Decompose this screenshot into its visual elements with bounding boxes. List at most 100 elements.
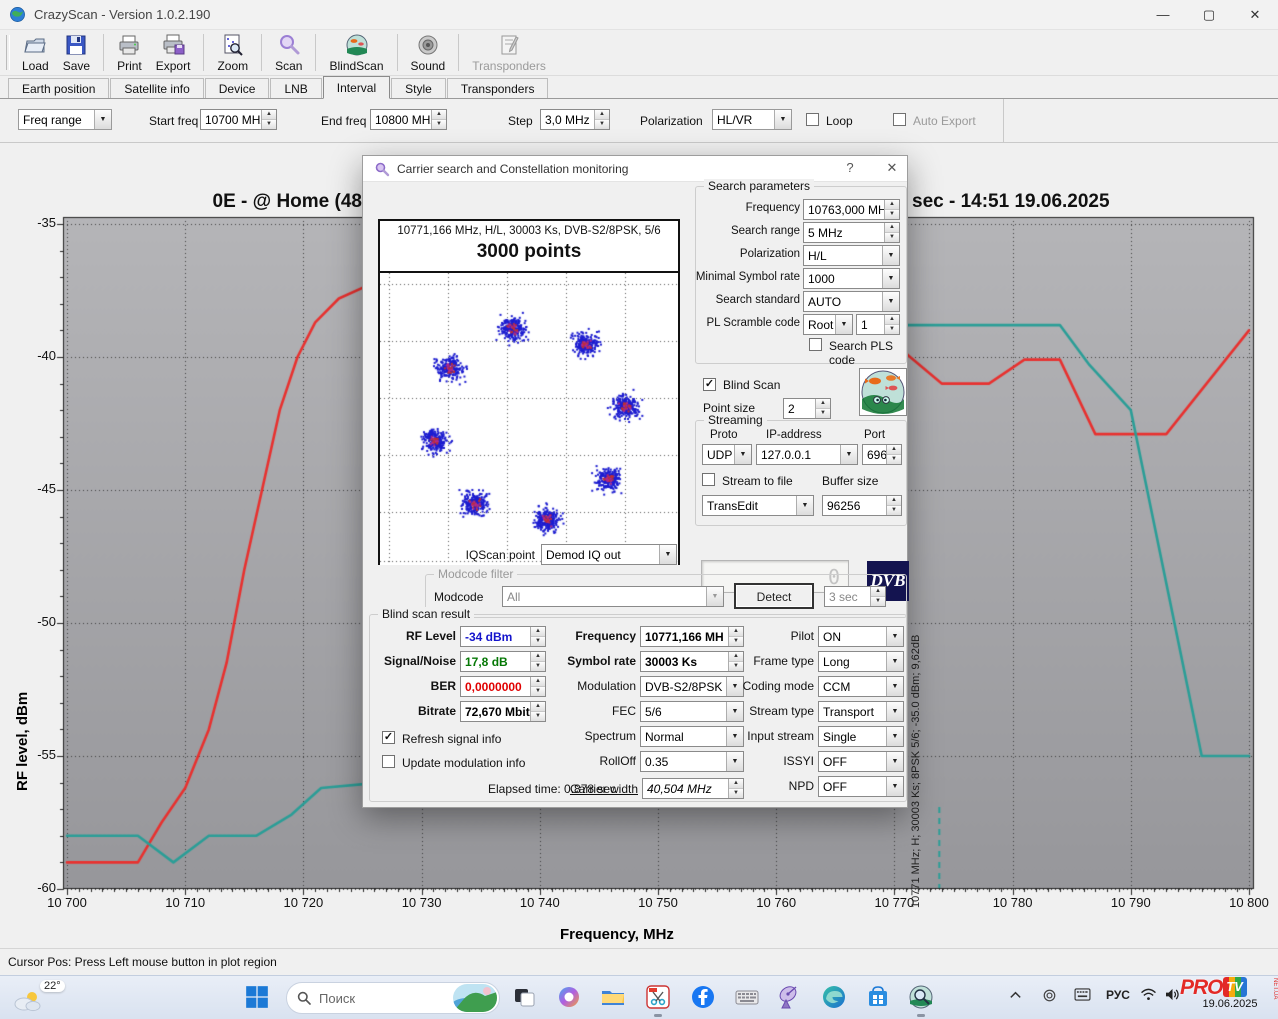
chevron-down-icon[interactable]: ▼ [886,652,903,671]
polarization-select[interactable]: H/L▼ [803,245,900,266]
taskbar-search-input[interactable]: Поиск [286,982,500,1014]
search-range-input[interactable]: 5 MHz▲▼ [803,222,900,243]
search-pls-code-checkbox[interactable] [809,338,822,351]
spinner-arrows-icon[interactable]: ▲▼ [431,110,446,129]
update-modulation-info-checkbox[interactable] [382,755,395,768]
start-freq-input[interactable]: 10700 MHz ▲▼ [200,109,277,130]
chevron-down-icon[interactable]: ▼ [774,110,791,129]
coding-mode-select[interactable]: CCM▼ [818,676,904,697]
frequency-input[interactable]: 10763,000 MHz▲▼ [803,199,900,220]
stream-type-select[interactable]: Transport▼ [818,701,904,722]
snipping-tool-taskbar-button[interactable] [645,984,671,1010]
dialog-help-button[interactable]: ? [837,160,863,175]
pl-scramble-root-select[interactable]: Root▼ [803,314,853,335]
chevron-down-icon[interactable]: ▼ [94,110,111,129]
dialog-close-button[interactable]: ✕ [879,160,905,176]
issyi-select[interactable]: OFF▼ [818,751,904,772]
pilot-select[interactable]: ON▼ [818,626,904,647]
chevron-down-icon[interactable]: ▼ [840,445,857,464]
blindscan-image-button[interactable] [859,368,907,416]
chevron-down-icon[interactable]: ▼ [882,269,899,288]
spinner-arrows-icon[interactable]: ▲▼ [884,315,899,334]
chevron-down-icon[interactable]: ▼ [886,702,903,721]
microsoft-store-taskbar-button[interactable] [865,984,891,1010]
frame-type-select[interactable]: Long▼ [818,651,904,672]
tab-satellite-info[interactable]: Satellite info [110,78,203,98]
pl-scramble-value-input[interactable]: 1▲▼ [856,314,900,335]
chevron-down-icon[interactable]: ▼ [886,727,903,746]
language-indicator[interactable]: РУС [1106,988,1130,1002]
chevron-down-icon[interactable]: ▼ [886,677,903,696]
ip-address-select[interactable]: 127.0.0.1 ▼ [756,444,858,465]
iqscan-point-select[interactable]: Demod IQ out ▼ [541,544,677,565]
polarization-select[interactable]: HL/VR ▼ [712,109,792,130]
crazyscan-app-taskbar-button[interactable] [908,984,934,1010]
auto-export-checkbox[interactable] [893,113,906,126]
spinner-arrows-icon[interactable]: ▲▼ [870,587,885,606]
tab-transponders[interactable]: Transponders [447,78,549,98]
stream-consumer-select[interactable]: TransEdit ▼ [702,495,814,516]
print-button[interactable]: Print [110,31,149,74]
secure-ring-tray-icon[interactable] [1042,988,1057,1006]
detect-interval-input[interactable]: 3 sec ▲▼ [824,586,886,607]
window-maximize-button[interactable]: ▢ [1186,0,1232,29]
spinner-arrows-icon[interactable]: ▲▼ [594,110,609,129]
task-view-taskbar-button[interactable] [512,984,538,1010]
npd-select[interactable]: OFF▼ [818,776,904,797]
wifi-tray-icon[interactable] [1140,988,1157,1004]
proto-select[interactable]: UDP ▼ [702,444,752,465]
window-minimize-button[interactable]: — [1140,0,1186,29]
spinner-arrows-icon[interactable]: ▲▼ [815,399,830,418]
buffer-size-input[interactable]: 96256 ▲▼ [822,495,902,516]
tab-style[interactable]: Style [391,78,446,98]
zoom-button[interactable]: Zoom [210,31,255,74]
spinner-arrows-icon[interactable]: ▲▼ [884,200,899,219]
freq-range-select[interactable]: Freq range ▼ [18,109,112,130]
chevron-down-icon[interactable]: ▼ [659,545,676,564]
search-highlight-image[interactable] [453,984,497,1012]
copilot-taskbar-button[interactable] [556,984,582,1010]
tab-device[interactable]: Device [205,78,270,98]
tab-lnb[interactable]: LNB [270,78,321,98]
chevron-down-icon[interactable]: ▼ [886,777,903,796]
toolbar-grip[interactable] [6,35,10,70]
window-close-button[interactable]: ✕ [1232,0,1278,29]
blindscan-button[interactable]: BlindScan [322,31,390,74]
touch-keyboard-tray-icon[interactable] [1074,988,1091,1004]
end-freq-input[interactable]: 10800 MHz ▲▼ [370,109,447,130]
scan-button[interactable]: Scan [268,31,309,74]
step-input[interactable]: 3,0 MHz ▲▼ [540,109,610,130]
loop-checkbox[interactable] [806,113,819,126]
on-screen-keyboard-taskbar-button[interactable] [734,984,760,1010]
facebook-taskbar-button[interactable] [690,984,716,1010]
chevron-down-icon[interactable]: ▼ [882,292,899,311]
weather-widget[interactable]: 22° [10,978,70,1018]
chevron-down-icon[interactable]: ▼ [796,496,813,515]
volume-tray-icon[interactable] [1164,988,1181,1004]
chevron-up-tray-icon[interactable] [1008,988,1023,1006]
spinner-arrows-icon[interactable]: ▲▼ [261,110,276,129]
point-size-input[interactable]: 2 ▲▼ [783,398,831,419]
tab-earth-position[interactable]: Earth position [8,78,109,98]
stream-to-file-checkbox[interactable] [702,473,715,486]
satellite-app-taskbar-button[interactable] [777,984,803,1010]
blind-scan-checkbox[interactable]: ✓ [703,378,716,391]
load-button[interactable]: Load [15,31,56,74]
refresh-signal-info-checkbox[interactable]: ✓ [382,731,395,744]
minimal-symbol-rate-select[interactable]: 1000▼ [803,268,900,289]
dialog-titlebar[interactable]: Carrier search and Constellation monitor… [363,156,907,182]
chevron-down-icon[interactable]: ▼ [886,752,903,771]
edge-taskbar-button[interactable] [821,984,847,1010]
search-standard-select[interactable]: AUTO▼ [803,291,900,312]
chevron-down-icon[interactable]: ▼ [886,627,903,646]
start-button[interactable] [244,984,270,1010]
save-button[interactable]: Save [56,31,97,74]
spinner-arrows-icon[interactable]: ▲▼ [886,496,901,515]
chevron-down-icon[interactable]: ▼ [734,445,751,464]
carrier-width-link[interactable]: Carrier width [556,782,638,796]
export-button[interactable]: Export [149,31,198,74]
sound-button[interactable]: Sound [404,31,453,74]
detect-button[interactable]: Detect [734,583,814,609]
spinner-arrows-icon[interactable]: ▲▼ [884,223,899,242]
chevron-down-icon[interactable]: ▼ [835,315,852,334]
